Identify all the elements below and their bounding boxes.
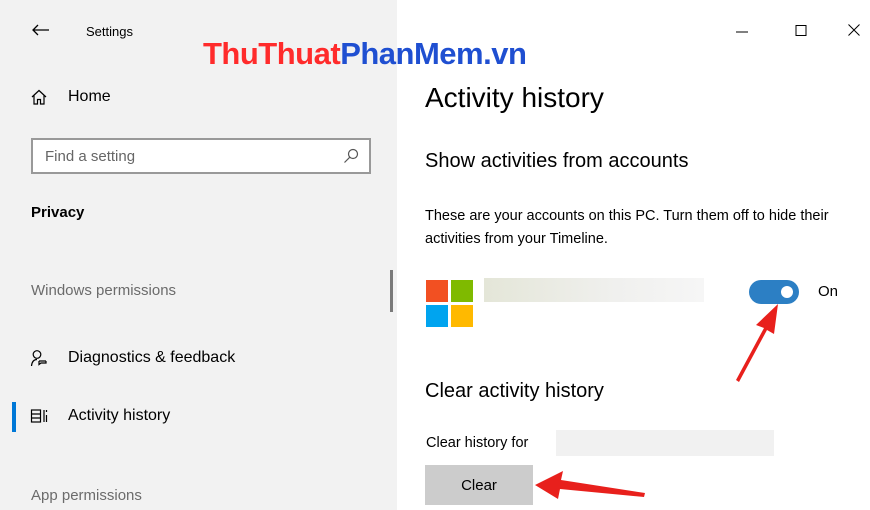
diagnostics-icon (30, 350, 47, 367)
logo-square-green (451, 280, 473, 302)
watermark-part-2: PhanMem.vn (340, 36, 527, 71)
clear-history-for-label: Clear history for (426, 435, 529, 451)
search-input[interactable] (33, 140, 357, 172)
maximize-button[interactable] (789, 20, 813, 40)
sidebar: Settings ThuThuatPhanMem.vn Home Privacy… (0, 0, 527, 510)
logo-square-blue (426, 305, 448, 327)
toggle-knob (781, 286, 793, 298)
sidebar-item-activity-history[interactable]: Activity history (30, 407, 170, 425)
group-heading-app-permissions: App permissions (31, 487, 142, 504)
sidebar-item-home[interactable]: Home (30, 88, 111, 106)
app-title: Settings (86, 24, 133, 39)
page-title: Activity history (425, 82, 604, 113)
accounts-heading: Show activities from accounts (425, 150, 689, 172)
home-label: Home (68, 88, 111, 105)
group-heading-windows-permissions: Windows permissions (31, 282, 177, 299)
annotation-arrow-toggle (736, 304, 778, 382)
sidebar-item-label: Activity history (68, 407, 171, 424)
watermark-text: ThuThuatPhanMem.vn (203, 36, 527, 72)
clear-history-account-redacted (556, 430, 774, 456)
account-name-redacted (484, 278, 704, 302)
microsoft-logo-icon (426, 280, 473, 327)
accounts-description: These are your accounts on this PC. Turn… (425, 208, 829, 247)
back-arrow-icon[interactable] (30, 22, 50, 38)
watermark-part-1: ThuThuat (203, 36, 341, 71)
home-icon (31, 89, 47, 105)
section-title-privacy: Privacy (31, 204, 85, 221)
logo-square-red (426, 280, 448, 302)
scrollbar-thumb[interactable] (390, 270, 393, 312)
logo-square-yellow (451, 305, 473, 327)
search-box[interactable] (31, 138, 371, 174)
sidebar-item-diagnostics-feedback[interactable]: Diagnostics & feedback (30, 349, 235, 367)
close-button[interactable] (842, 20, 866, 40)
activity-history-icon (30, 409, 48, 423)
minimize-button[interactable] (730, 20, 754, 40)
clear-history-heading: Clear activity history (425, 380, 604, 402)
sidebar-item-label: Diagnostics & feedback (68, 349, 236, 366)
toggle-state-label: On (818, 283, 839, 300)
annotation-arrow-clear (535, 471, 645, 499)
selected-indicator (12, 402, 16, 432)
search-icon[interactable] (343, 148, 359, 164)
clear-button[interactable]: Clear (425, 465, 533, 505)
